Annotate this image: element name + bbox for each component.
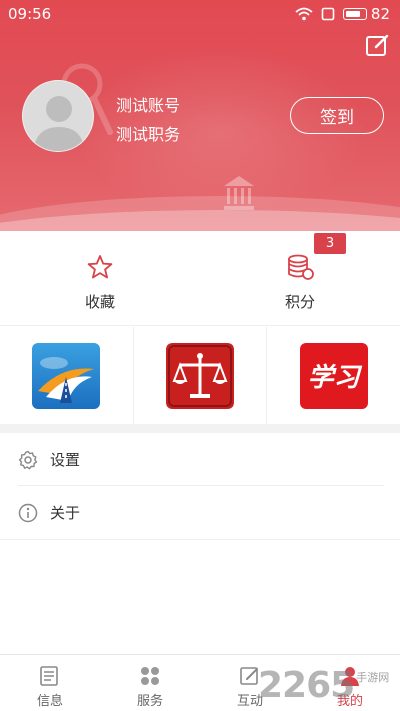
- points-badge: 3: [314, 233, 346, 254]
- menu-item-about[interactable]: 关于: [0, 486, 400, 539]
- tab-service[interactable]: 服务: [100, 655, 200, 711]
- grid-icon: [141, 667, 159, 685]
- app-cell-justice[interactable]: [134, 327, 268, 424]
- menu-bottom-divider: [0, 539, 400, 540]
- account-name: 测试账号: [116, 96, 181, 115]
- justice-scale-app-icon: [166, 342, 234, 409]
- study-app-text: 学习: [307, 363, 360, 393]
- menu-item-settings[interactable]: 设置: [0, 433, 400, 486]
- news-icon: [40, 666, 58, 686]
- wifi-icon: [295, 7, 313, 21]
- account-role: 测试职务: [116, 125, 181, 144]
- app-cell-study[interactable]: 学习: [267, 327, 400, 424]
- default-avatar-icon: [33, 96, 85, 151]
- gear-icon: [18, 450, 38, 469]
- battery-indicator: 82: [342, 5, 390, 23]
- screen-icon: [321, 7, 335, 21]
- favorites-label: 收藏: [84, 293, 115, 311]
- app-cell-highway[interactable]: [0, 327, 134, 424]
- bottom-tab-bar: 信息 服务 互动 我的: [0, 654, 400, 711]
- battery-percent: 82: [370, 5, 390, 23]
- section-divider: [0, 424, 400, 433]
- highway-app-icon: [32, 342, 101, 409]
- interact-icon: [240, 667, 258, 685]
- tab-interact-label: 互动: [236, 694, 263, 709]
- edit-icon[interactable]: [364, 32, 390, 58]
- tab-mine-label: 我的: [336, 694, 363, 709]
- bank-decoration-icon: [224, 176, 254, 210]
- tab-mine[interactable]: 我的: [300, 655, 400, 711]
- checkin-button[interactable]: 签到: [290, 97, 384, 134]
- points-button[interactable]: 积分: [200, 231, 400, 325]
- tab-interact[interactable]: 互动: [200, 655, 300, 711]
- user-icon: [341, 667, 359, 686]
- points-label: 积分: [284, 293, 315, 311]
- status-bar: 09:56 82: [0, 0, 400, 28]
- settings-label: 设置: [50, 451, 81, 469]
- settings-menu: 设置 关于: [0, 433, 400, 539]
- study-app-icon: 学习: [299, 342, 368, 409]
- favorites-button[interactable]: 收藏: [0, 231, 200, 325]
- apps-row: 学习: [0, 327, 400, 424]
- coins-icon: [288, 254, 314, 280]
- status-time: 09:56: [8, 5, 52, 23]
- tab-info[interactable]: 信息: [0, 655, 100, 711]
- tab-service-label: 服务: [136, 694, 163, 709]
- tab-info-label: 信息: [36, 694, 63, 709]
- info-icon: [18, 503, 38, 522]
- battery-icon: [342, 8, 367, 20]
- avatar[interactable]: [22, 80, 94, 152]
- star-icon: [87, 255, 113, 279]
- about-label: 关于: [50, 504, 81, 522]
